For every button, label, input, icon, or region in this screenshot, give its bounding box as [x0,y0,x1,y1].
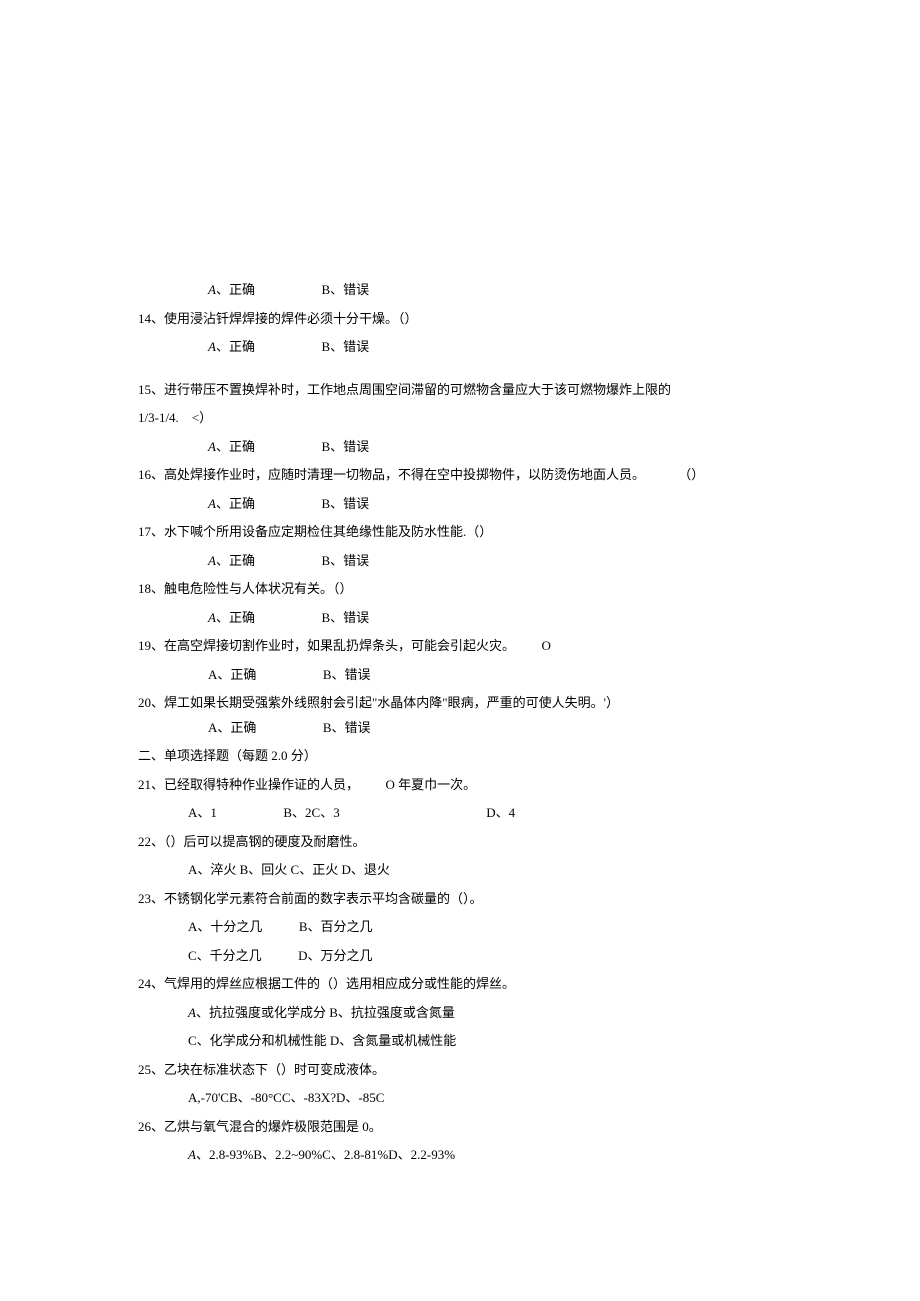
q24-stem: 24、气焊用的焊丝应根据工件的（）选用相应成分或性能的焊丝。 [138,974,868,994]
q14-options: A、正确 B、错误 [138,337,868,357]
q24-options-line1: A、抗拉强度或化学成分 B、抗拉强度或含氮量 [138,1003,868,1023]
q26-opts: 、2.8-93%B、2.2~90%C、2.8-81%D、2.2-93% [196,1147,455,1162]
q20-optB: B、错误 [323,720,371,735]
q23-options-line2: C、千分之几 D、万分之几 [138,946,868,966]
section-2-title: 二、单项选择题（每题 2.0 分） [138,746,868,766]
q20-optA: A、正确 [208,720,256,735]
q16-options: A、正确 B、错误 [138,494,868,514]
q21-optA: A、1 [188,805,217,820]
q23-optB: B、百分之几 [299,919,373,934]
q19-optA: A、正确 [208,667,256,682]
q16-optA: 、正确 [216,496,255,511]
q20-options: A、正确 B、错误 [138,718,868,738]
page: A、正确 B、错误 14、使用浸沾钎焊焊接的焊件必须十分干燥。（） A、正确 B… [0,0,920,1301]
q16-stem-row: 16、高处焊接作业时，应随时清理一切物品，不得在空中投掷物件，以防烫伤地面人员。… [138,465,868,485]
q18-optA: 、正确 [216,610,255,625]
q26-options: A、2.8-93%B、2.2~90%C、2.8-81%D、2.2-93% [138,1145,868,1165]
q18-stem: 18、触电危险性与人体状况有关。（） [138,579,868,599]
q26-optA-prefix: A [188,1147,196,1162]
q21-optB: B、2C、3 [283,805,339,820]
q19-optB: B、错误 [323,667,371,682]
q17-optA-prefix: A [208,553,216,568]
q23-stem: 23、不锈钢化学元素符合前面的数字表示平均含碳量的（）。 [138,889,868,909]
q14-stem: 14、使用浸沾钎焊焊接的焊件必须十分干燥。（） [138,309,868,329]
q22-stem: 22、（）后可以提高钢的硬度及耐磨性。 [138,832,868,852]
q23-optD: D、万分之几 [298,948,372,963]
q17-optA: 、正确 [216,553,255,568]
q24-options-line2: C、化学成分和机械性能 D、含氮量或机械性能 [138,1031,868,1051]
q24-optA: 、抗拉强度或化学成分 B、抗拉强度或含氮量 [196,1005,455,1020]
q17-optB: B、错误 [321,553,369,568]
q22-options: A、淬火 B、回火 C、正火 D、退火 [138,860,868,880]
q15-stem-line1: 15、进行带压不置换焊补时，工作地点周围空间滞留的可燃物含量应大于该可燃物爆炸上… [138,380,868,400]
q15-stem-line2: 1/3-1/4. <） [138,408,868,428]
q15-optA: 、正确 [216,439,255,454]
q25-stem: 25、乙块在标准状态下（）时可变成液体。 [138,1060,868,1080]
q15-optA-prefix: A [208,439,216,454]
q19-stem: 19、在高空焊接切割作业时，如果乱扔焊条头，可能会引起火灾。 [138,638,515,653]
q26-stem: 26、乙烘与氧气混合的爆炸极限范围是 0。 [138,1117,868,1137]
q14-optA: 、正确 [216,339,255,354]
q19-options: A、正确 B、错误 [138,665,868,685]
q21-stem-row: 21、已经取得特种作业操作证的人员， O 年夏巾一次。 [138,775,868,795]
q21-options: A、1 B、2C、3 D、4 [138,803,868,823]
q23-options-line1: A、十分之几 B、百分之几 [138,917,868,937]
q16-optB: B、错误 [321,496,369,511]
q20-stem: 20、焊工如果长期受强紫外线照射会引起"水晶体内降"眼病，严重的可使人失明。'） [138,693,868,713]
content-block: A、正确 B、错误 14、使用浸沾钎焊焊接的焊件必须十分干燥。（） A、正确 B… [138,280,868,1174]
q24-optA-prefix: A [188,1005,196,1020]
q13-options: A、正确 B、错误 [138,280,868,300]
q25-options: A,-70'CB、-80°CC、-83X?D、-85C [138,1088,868,1108]
q19-tail: O [542,638,551,653]
q21-tail: O 年夏巾一次。 [386,777,477,792]
q21-optD: D、4 [486,805,515,820]
q19-stem-row: 19、在高空焊接切割作业时，如果乱扔焊条头，可能会引起火灾。 O [138,636,868,656]
q13-optA: 、正确 [216,282,255,297]
q18-optA-prefix: A [208,610,216,625]
q18-optB: B、错误 [321,610,369,625]
q15-optB: B、错误 [321,439,369,454]
q13-optB: B、错误 [321,282,369,297]
q16-optA-prefix: A [208,496,216,511]
q13-optA-prefix: A [208,282,216,297]
q23-optA: A、十分之几 [188,919,262,934]
q17-options: A、正确 B、错误 [138,551,868,571]
q16-paren: （） [678,465,704,485]
q15-options: A、正确 B、错误 [138,437,868,457]
q17-stem: 17、水下喊个所用设备应定期检住其绝缘性能及防水性能.（） [138,522,868,542]
q21-stem: 21、已经取得特种作业操作证的人员， [138,777,359,792]
q23-optC: C、千分之几 [188,948,262,963]
q14-optA-prefix: A [208,339,216,354]
q18-options: A、正确 B、错误 [138,608,868,628]
q16-stem: 16、高处焊接作业时，应随时清理一切物品，不得在空中投掷物件，以防烫伤地面人员。 [138,467,645,482]
q14-optB: B、错误 [321,339,369,354]
